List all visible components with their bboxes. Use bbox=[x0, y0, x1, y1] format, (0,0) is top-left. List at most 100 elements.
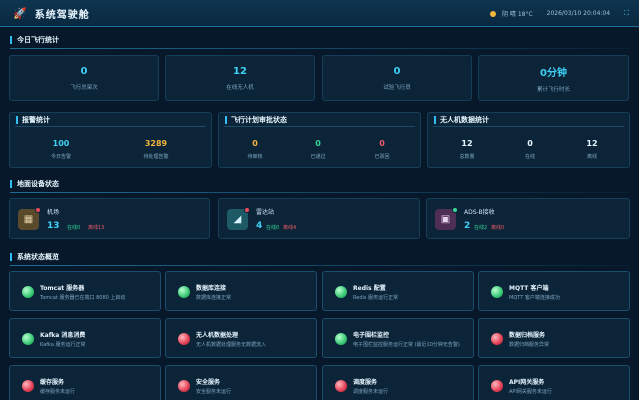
status-indicator-icon bbox=[178, 380, 190, 392]
stat-value: 0 bbox=[393, 65, 401, 77]
alarm-pending: 3289 待处理告警 bbox=[131, 139, 181, 160]
status-indicator-icon bbox=[335, 333, 347, 345]
rocket-icon: 🚀 bbox=[13, 6, 27, 20]
divider bbox=[10, 48, 629, 49]
panel-title: 报警统计 bbox=[16, 116, 50, 124]
divider bbox=[433, 126, 624, 127]
mini-value: 100 bbox=[52, 139, 70, 148]
radar-icon: ◢ bbox=[227, 207, 250, 230]
alarm-today: 100 今日告警 bbox=[36, 139, 86, 160]
device-card-airport[interactable]: ▦ 机场 13 在线0 离线13 bbox=[9, 198, 210, 239]
service-card[interactable]: 数据归档服务 数据归档服务异常 bbox=[478, 318, 630, 358]
stat-value: 12 bbox=[233, 65, 247, 77]
divider bbox=[224, 126, 415, 127]
mini-value: 0 bbox=[527, 139, 533, 148]
service-card[interactable]: 无人机数据处理 无人机数据处理服务无数据流入 bbox=[165, 318, 317, 358]
service-description: 安全服务未运行 bbox=[196, 389, 232, 395]
mini-value: 12 bbox=[586, 139, 598, 148]
stat-value: 0分钟 bbox=[540, 67, 567, 79]
alert-badge bbox=[244, 207, 250, 213]
status-indicator-icon bbox=[335, 286, 347, 298]
service-name: Tomcat 服务器 bbox=[40, 285, 85, 292]
service-name: 缓存服务 bbox=[40, 379, 65, 386]
service-card[interactable]: API网关服务 API网关服务未运行 bbox=[478, 365, 630, 400]
mini-value: 12 bbox=[461, 139, 473, 148]
device-offline: 离线4 bbox=[283, 225, 297, 231]
mini-value: 0 bbox=[315, 139, 321, 148]
section-title-ground: 地面设备状态 bbox=[10, 180, 59, 188]
service-card[interactable]: Redis 配置 Redis 服务运行正常 bbox=[322, 271, 474, 311]
service-name: 电子围栏监控 bbox=[353, 332, 390, 339]
mini-label: 离线 bbox=[586, 154, 597, 160]
service-description: Kafka 服务运行正常 bbox=[40, 342, 86, 348]
weather-text: 阴 晴 18°C bbox=[502, 11, 533, 18]
service-card[interactable]: 电子围栏监控 电子围栏监控服务运行正常 (最近10分钟无告警) bbox=[322, 318, 474, 358]
status-indicator-icon bbox=[178, 333, 190, 345]
stat-card-flights: 0 飞行总架次 bbox=[9, 55, 159, 101]
service-card[interactable]: Kafka 消息消费 Kafka 服务运行正常 bbox=[9, 318, 161, 358]
device-count: 2 bbox=[464, 221, 471, 231]
service-name: Kafka 消息消费 bbox=[40, 332, 86, 339]
section-title-system: 系统状态概览 bbox=[10, 253, 59, 261]
adsb-receiver-icon: ▣ bbox=[435, 207, 458, 230]
status-indicator-icon bbox=[491, 333, 503, 345]
service-name: 调度服务 bbox=[353, 379, 378, 386]
device-name: 机场 bbox=[47, 209, 60, 216]
status-indicator-icon bbox=[22, 286, 34, 298]
service-name: 数据归档服务 bbox=[509, 332, 546, 339]
service-description: MQTT 客户端连接成功 bbox=[509, 295, 560, 301]
stat-value: 0 bbox=[80, 65, 88, 77]
stat-card-online-drones: 12 在线无人机 bbox=[165, 55, 315, 101]
device-online: 在线0 bbox=[67, 225, 81, 231]
service-card[interactable]: 调度服务调度服务未运行 bbox=[322, 365, 474, 400]
device-online: 在线0 bbox=[266, 225, 280, 231]
top-header: 🚀 系统驾驶舱 阴 晴 18°C 2026/03/10 20:04:04 ⛶ bbox=[0, 0, 639, 27]
status-indicator-icon bbox=[22, 333, 34, 345]
stat-card-flight-time: 0分钟 累计飞行时长 bbox=[478, 55, 629, 101]
mini-label: 已通过 bbox=[310, 154, 326, 160]
service-description: 无人机数据处理服务无数据流入 bbox=[196, 342, 267, 348]
service-card[interactable]: Tomcat 服务器 Tomcat 服务器已在端口 8080 上启动 bbox=[9, 271, 161, 311]
service-name: 数据库连接 bbox=[196, 285, 227, 292]
airport-icon: ▦ bbox=[18, 207, 41, 230]
fullscreen-icon[interactable]: ⛶ bbox=[624, 9, 629, 18]
mini-label: 在线 bbox=[524, 154, 535, 160]
service-description: 调度服务未运行 bbox=[353, 389, 389, 395]
status-indicator-icon bbox=[22, 380, 34, 392]
mini-label: 待审核 bbox=[247, 154, 263, 160]
device-offline: 离线13 bbox=[88, 225, 105, 231]
service-name: API网关服务 bbox=[509, 379, 545, 386]
service-name: Redis 配置 bbox=[353, 285, 386, 292]
device-name: ADS-B接收 bbox=[464, 209, 495, 216]
service-card[interactable]: 缓存服务 缓存服务未运行 bbox=[9, 365, 161, 400]
status-indicator-icon bbox=[491, 380, 503, 392]
device-card-adsb[interactable]: ▣ ADS-B接收 2 在线2 离线0 bbox=[426, 198, 630, 239]
stat-label: 试验飞行员 bbox=[383, 84, 411, 91]
drone-total: 12 总数量 bbox=[442, 139, 492, 160]
section-title-today: 今日飞行统计 bbox=[10, 36, 59, 44]
service-description: Tomcat 服务器已在端口 8080 上启动 bbox=[40, 295, 126, 301]
device-online: 在线2 bbox=[474, 225, 488, 231]
service-card[interactable]: MQTT 客户端 MQTT 客户端连接成功 bbox=[478, 271, 630, 311]
mini-label: 已驳回 bbox=[374, 154, 390, 160]
plan-pending: 0 待审核 bbox=[230, 139, 280, 160]
service-card[interactable]: 数据库连接 数据库连接正常 bbox=[165, 271, 317, 311]
service-description: 数据归档服务异常 bbox=[509, 342, 550, 348]
device-name: 雷达站 bbox=[256, 209, 275, 216]
mini-value: 0 bbox=[379, 139, 385, 148]
alarm-panel: 报警统计 100 今日告警 3289 待处理告警 bbox=[9, 112, 212, 168]
drone-data-panel: 无人机数据统计 12 总数量 0 在线 12 离线 bbox=[427, 112, 630, 168]
divider bbox=[10, 265, 629, 266]
service-card[interactable]: 安全服务 安全服务未运行 bbox=[165, 365, 317, 400]
plan-rejected: 0 已驳回 bbox=[357, 139, 407, 160]
device-card-radar[interactable]: ◢ 雷达站 4 在线0 离线4 bbox=[218, 198, 420, 239]
flight-plan-panel: 飞行计划审批状态 0 待审核 0 已通过 0 已驳回 bbox=[218, 112, 421, 168]
device-count: 4 bbox=[256, 221, 263, 231]
drone-offline: 12 离线 bbox=[567, 139, 617, 160]
status-indicator-icon bbox=[491, 286, 503, 298]
device-count: 13 bbox=[47, 221, 60, 231]
panel-title: 无人机数据统计 bbox=[434, 116, 489, 124]
service-description: Redis 服务运行正常 bbox=[353, 295, 399, 301]
device-offline: 离线0 bbox=[491, 225, 505, 231]
divider bbox=[10, 192, 629, 193]
